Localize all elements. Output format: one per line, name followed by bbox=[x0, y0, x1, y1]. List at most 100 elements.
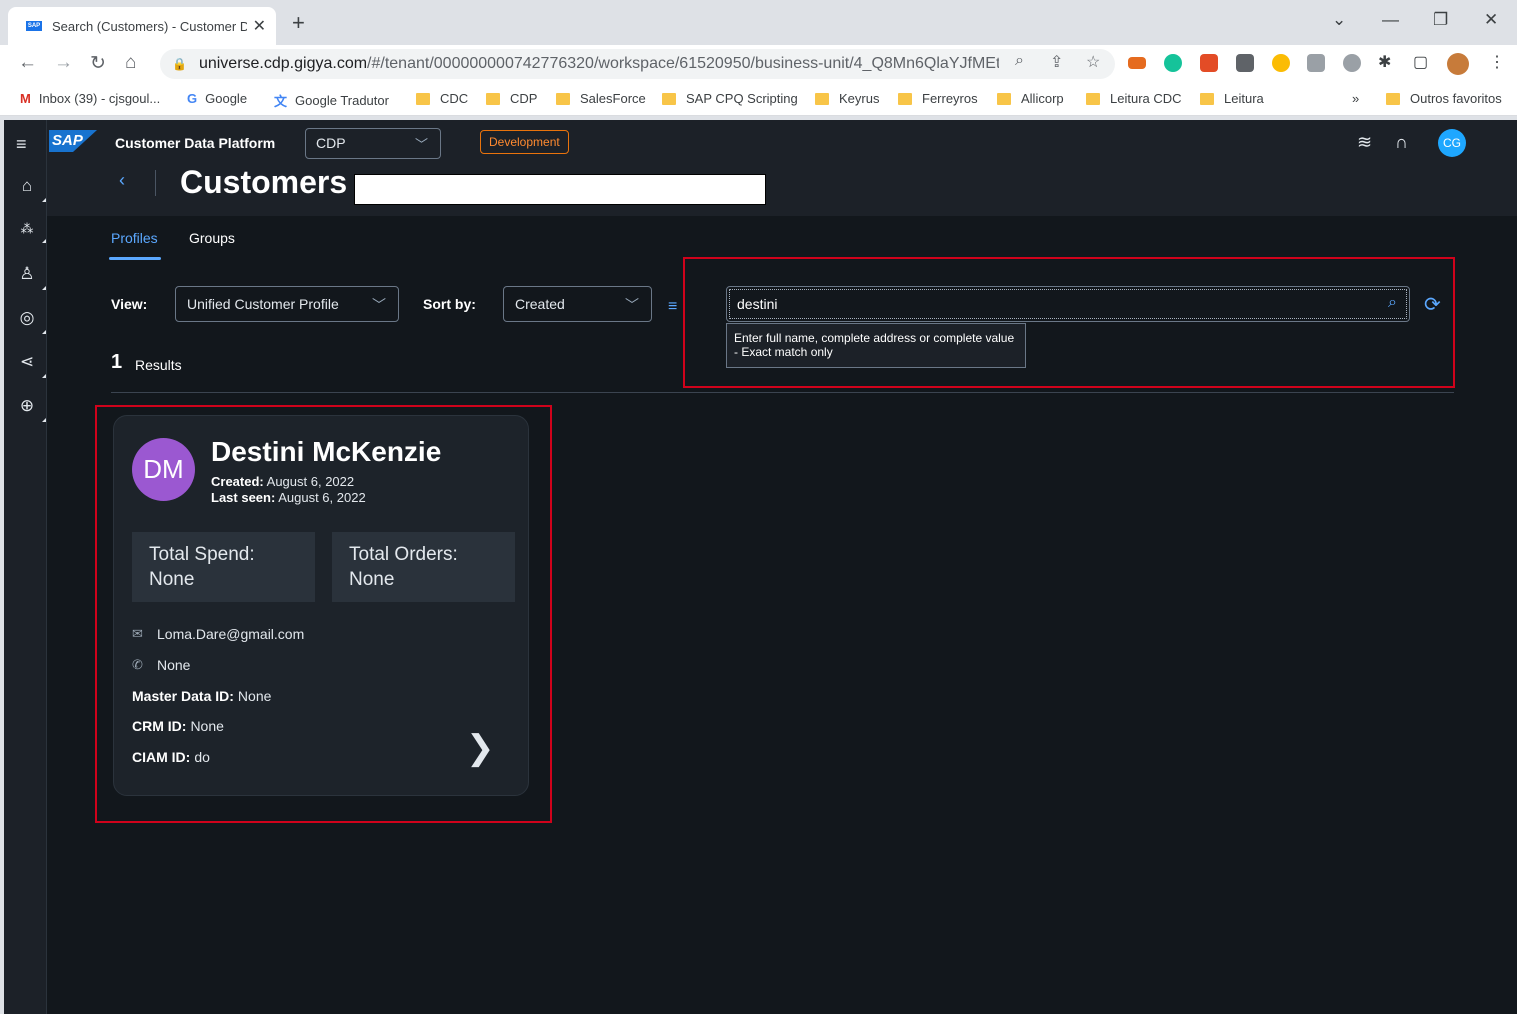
envelope-icon: ✉ bbox=[132, 626, 143, 641]
bookmark-leitura[interactable]: Leitura bbox=[1200, 91, 1264, 106]
divider bbox=[155, 170, 156, 196]
hamburger-menu-icon[interactable]: ≡ bbox=[16, 134, 27, 155]
back-icon[interactable]: ← bbox=[18, 52, 37, 74]
privacy-shield-icon[interactable]: ⊕ bbox=[16, 396, 46, 422]
xml-extension-icon[interactable] bbox=[1128, 57, 1146, 69]
results-label: Results bbox=[135, 357, 182, 373]
master-id-label: Master Data ID: bbox=[132, 688, 234, 704]
last-seen-label: Last seen: bbox=[211, 490, 276, 505]
chevron-right-icon[interactable]: ❯ bbox=[466, 728, 495, 768]
bookmark-gmail[interactable]: M Inbox (39) - cjsgoul... bbox=[20, 91, 160, 106]
bookmark-salesforce[interactable]: SalesForce bbox=[556, 91, 646, 106]
last-seen-line: Last seen: August 6, 2022 bbox=[211, 490, 366, 505]
search-icon[interactable]: ⌕ bbox=[1388, 294, 1397, 312]
user-avatar[interactable]: CG bbox=[1438, 129, 1466, 157]
bookmark-label: Google bbox=[205, 91, 248, 106]
search-input[interactable]: destini ⌕ bbox=[726, 286, 1410, 322]
tab-search-icon[interactable]: ⌄ bbox=[1332, 10, 1346, 30]
google-icon: G bbox=[187, 91, 198, 106]
tab-close-icon[interactable]: ✕ bbox=[253, 16, 266, 36]
bookmark-sap-cpq[interactable]: SAP CPQ Scripting bbox=[662, 91, 798, 106]
total-orders-value: None bbox=[349, 569, 395, 590]
extension-icon-4[interactable] bbox=[1236, 54, 1254, 72]
workspace-select[interactable]: CDP ﹀ bbox=[305, 128, 441, 159]
bookmark-google-tradutor[interactable]: 文 Google Tradutor bbox=[274, 91, 389, 110]
profile-avatar-icon[interactable] bbox=[1447, 53, 1469, 75]
zoom-icon[interactable]: ⌕ bbox=[1015, 52, 1024, 70]
minimize-icon[interactable]: — bbox=[1382, 10, 1399, 30]
lock-icon: 🔒 bbox=[172, 57, 187, 71]
master-id-line: Master Data ID: None bbox=[132, 688, 271, 704]
extension-icon-5[interactable] bbox=[1272, 54, 1290, 72]
bookmark-ferreyros[interactable]: Ferreyros bbox=[898, 91, 978, 106]
product-name: Customer Data Platform bbox=[115, 135, 276, 151]
extension-icon-6[interactable] bbox=[1307, 54, 1325, 72]
sort-select[interactable]: Created ﹀ bbox=[503, 286, 652, 322]
other-bookmarks[interactable]: Outros favoritos bbox=[1386, 91, 1502, 106]
phone-icon: ✆ bbox=[132, 657, 143, 672]
shell-bar: SAP Customer Data Platform CDP ﹀ Develop… bbox=[4, 120, 1517, 216]
new-tab-icon[interactable]: + bbox=[292, 10, 305, 36]
search-tooltip: Enter full name, complete address or com… bbox=[726, 323, 1026, 368]
bookmarks-bar: M Inbox (39) - cjsgoul... G Google 文 Google… bbox=[0, 83, 1517, 116]
side-navigation: ≡ ⌂ ⁂ ♙ ◎ ⋖ ⊕ bbox=[4, 120, 47, 1014]
sap-logo[interactable]: SAP bbox=[49, 130, 97, 152]
restore-icon[interactable]: ❐ bbox=[1433, 10, 1448, 30]
crm-id-value: None bbox=[190, 718, 224, 734]
star-icon[interactable]: ☆ bbox=[1086, 52, 1100, 72]
customer-card[interactable]: DM Destini McKenzie Created: August 6, 2… bbox=[113, 415, 529, 796]
grammarly-extension-icon[interactable] bbox=[1164, 54, 1182, 72]
email-line: ✉ Loma.Dare@gmail.com bbox=[132, 626, 304, 642]
email-value: Loma.Dare@gmail.com bbox=[157, 626, 305, 642]
extension-icon-7[interactable] bbox=[1343, 54, 1361, 72]
forward-icon[interactable]: → bbox=[54, 52, 73, 74]
home-icon[interactable]: ⌂ bbox=[16, 176, 46, 202]
back-chevron-icon[interactable]: ‹ bbox=[119, 170, 125, 191]
share-icon[interactable]: ⋖ bbox=[16, 352, 46, 378]
cdp-app: SAP Customer Data Platform CDP ﹀ Develop… bbox=[4, 120, 1517, 1014]
bookmark-label: SalesForce bbox=[580, 91, 646, 106]
bookmark-cdc[interactable]: CDC bbox=[416, 91, 468, 106]
crm-id-label: CRM ID: bbox=[132, 718, 187, 734]
phone-line: ✆ None bbox=[132, 657, 190, 673]
side-panel-icon[interactable]: ▢ bbox=[1413, 52, 1428, 72]
bookmark-allicorp[interactable]: Allicorp bbox=[997, 91, 1064, 106]
connections-icon[interactable]: ⁂ bbox=[16, 221, 46, 243]
sort-order-icon[interactable]: ≡ bbox=[668, 298, 677, 316]
tab-groups[interactable]: Groups bbox=[189, 230, 235, 246]
window-close-icon[interactable]: ✕ bbox=[1484, 10, 1498, 30]
crm-id-line: CRM ID: None bbox=[132, 718, 224, 734]
total-spend-label: Total Spend: bbox=[149, 544, 255, 565]
view-select[interactable]: Unified Customer Profile ﹀ bbox=[175, 286, 399, 322]
layers-icon[interactable]: ≋ bbox=[1357, 132, 1372, 153]
share-icon[interactable]: ⇪ bbox=[1050, 52, 1063, 72]
bookmark-keyrus[interactable]: Keyrus bbox=[815, 91, 879, 106]
url-host: universe.cdp.gigya.com bbox=[198, 55, 368, 72]
search-value: destini bbox=[737, 296, 778, 312]
workspace-value: CDP bbox=[316, 135, 346, 151]
created-label: Created: bbox=[211, 474, 264, 489]
results-count: 1 bbox=[111, 351, 123, 373]
bookmark-google[interactable]: G Google bbox=[187, 91, 247, 106]
address-bar[interactable]: 🔒 universe.cdp.gigya.com/#/tenant/000000… bbox=[160, 49, 1115, 79]
home-icon[interactable]: ⌂ bbox=[125, 52, 136, 74]
customers-icon[interactable]: ♙ bbox=[16, 264, 46, 290]
tab-title: Search (Customers) - Customer D bbox=[52, 18, 247, 34]
ciam-id-value: do bbox=[194, 749, 210, 765]
reload-icon[interactable]: ↻ bbox=[90, 52, 106, 75]
bookmarks-more[interactable]: » bbox=[1352, 91, 1359, 106]
bookmark-cdp[interactable]: CDP bbox=[486, 91, 537, 106]
browser-tab-active[interactable]: SAP Search (Customers) - Customer D ✕ bbox=[8, 7, 276, 45]
bookmark-label: Allicorp bbox=[1021, 91, 1064, 106]
bookmark-label: Outros favoritos bbox=[1410, 91, 1502, 106]
support-headset-icon[interactable]: ∩ bbox=[1395, 132, 1408, 153]
tooltip-line: - Exact match only bbox=[734, 345, 833, 359]
bookmark-leitura-cdc[interactable]: Leitura CDC bbox=[1086, 91, 1182, 106]
extensions-puzzle-icon[interactable]: ✱ bbox=[1378, 52, 1391, 72]
tooltip-line: Enter full name, complete address or com… bbox=[734, 331, 1015, 345]
tab-profiles[interactable]: Profiles bbox=[111, 230, 158, 246]
refresh-icon[interactable]: ⟳ bbox=[1424, 292, 1441, 317]
extension-icon-3[interactable] bbox=[1200, 54, 1218, 72]
activities-icon[interactable]: ◎ bbox=[16, 308, 46, 334]
browser-menu-icon[interactable]: ⋮ bbox=[1489, 52, 1505, 72]
